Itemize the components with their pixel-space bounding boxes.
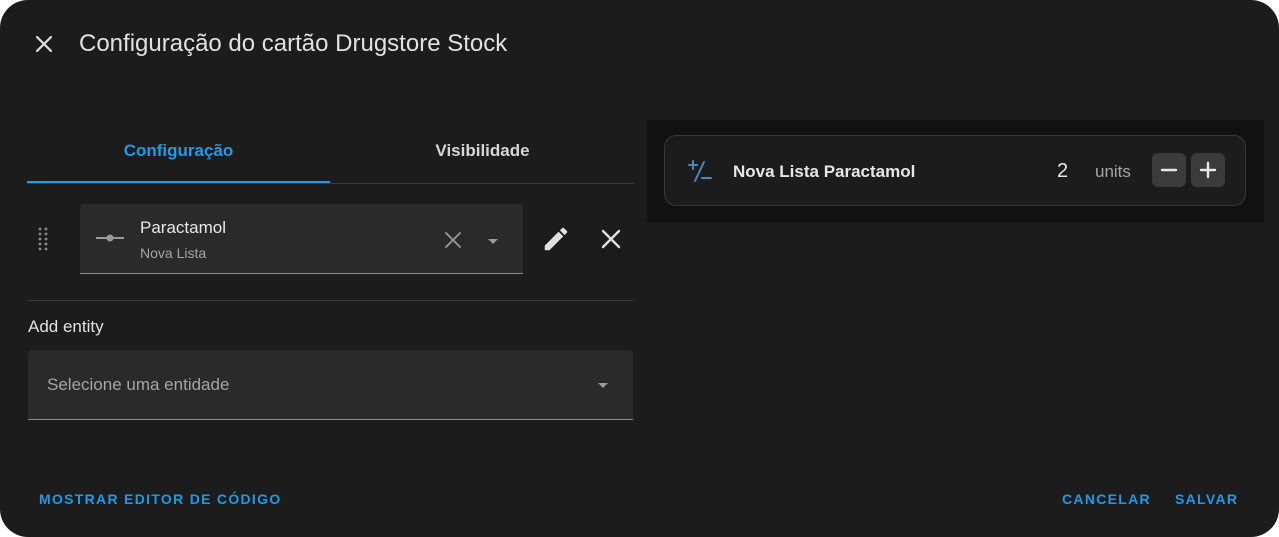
drag-handle-icon[interactable]	[34, 226, 52, 252]
close-dialog-button[interactable]	[24, 24, 64, 64]
save-button[interactable]: SALVAR	[1175, 491, 1238, 507]
stock-card: Nova Lista Paractamol 2 units	[664, 135, 1246, 206]
chevron-down-icon	[598, 383, 608, 388]
minus-icon	[1160, 168, 1178, 172]
dialog-title: Configuração do cartão Drugstore Stock	[79, 30, 508, 57]
entity-picker[interactable]: Paractamol Nova Lista	[80, 204, 523, 274]
entity-secondary: Nova Lista	[140, 245, 207, 261]
entity-name: Paractamol	[140, 218, 226, 237]
plus-minus-icon	[688, 160, 712, 182]
divider	[27, 300, 634, 301]
counter-icon	[96, 234, 124, 242]
plus-icon	[1199, 161, 1217, 179]
tab-configuration[interactable]: Configuração	[27, 120, 330, 183]
clear-icon[interactable]	[442, 229, 464, 251]
chevron-down-icon[interactable]	[482, 230, 504, 252]
card-preview: Nova Lista Paractamol 2 units	[647, 120, 1264, 222]
card-unit: units	[1095, 162, 1131, 181]
entity-select[interactable]: Selecione uma entidade	[28, 350, 633, 420]
increment-button[interactable]	[1191, 153, 1225, 187]
card-config-dialog: Configuração do cartão Drugstore Stock C…	[0, 0, 1279, 537]
tab-visibility[interactable]: Visibilidade	[331, 120, 634, 182]
decrement-button[interactable]	[1152, 153, 1186, 187]
cancel-button[interactable]: CANCELAR	[1062, 491, 1151, 507]
pencil-icon[interactable]	[541, 224, 571, 254]
tab-bar: Configuração Visibilidade	[27, 120, 634, 184]
entity-select-placeholder: Selecione uma entidade	[47, 375, 230, 394]
card-quantity-value: 2	[1057, 160, 1069, 182]
card-entity-name: Nova Lista Paractamol	[733, 162, 916, 181]
show-code-editor-button[interactable]: MOSTRAR EDITOR DE CÓDIGO	[39, 491, 282, 507]
remove-entity-icon[interactable]	[596, 224, 626, 254]
add-entity-label: Add entity	[28, 317, 104, 336]
close-icon	[35, 35, 53, 53]
